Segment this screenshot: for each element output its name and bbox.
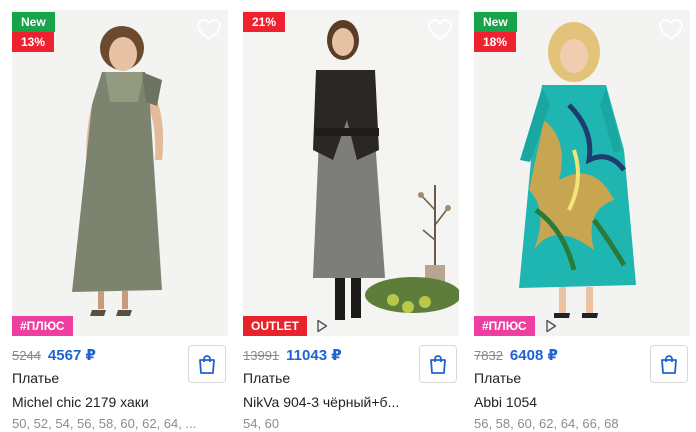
- play-icon[interactable]: [545, 319, 557, 333]
- shopping-bag-icon: [430, 355, 446, 374]
- product-photo[interactable]: 21% OUTLET: [243, 10, 459, 336]
- plus-size-tag: #ПЛЮС: [474, 316, 535, 336]
- old-price: 7832: [474, 348, 503, 363]
- product-grid: New 13% #ПЛЮС 5244 4567 ₽ Платье Michel …: [0, 0, 696, 432]
- discount-badge: 13%: [12, 32, 55, 52]
- discount-badge: 18%: [474, 32, 517, 52]
- current-price: 6408 ₽: [509, 347, 558, 364]
- product-sizes: 50, 52, 54, 56, 58, 60, 62, 64, ...: [12, 416, 197, 431]
- new-badge: New: [474, 12, 517, 32]
- product-photo[interactable]: New 18% #ПЛЮС: [474, 10, 690, 336]
- old-price: 5244: [12, 348, 41, 363]
- product-photo[interactable]: New 13% #ПЛЮС: [12, 10, 228, 336]
- play-icon[interactable]: [316, 319, 328, 333]
- heart-outline-icon[interactable]: [658, 18, 684, 42]
- plus-size-tag: #ПЛЮС: [12, 316, 73, 336]
- new-badge: New: [12, 12, 55, 32]
- outlet-tag: OUTLET: [243, 316, 307, 336]
- product-title[interactable]: NikVa 904-3 чёрный+б...: [243, 394, 459, 412]
- heart-outline-icon[interactable]: [196, 18, 222, 42]
- current-price: 11043 ₽: [286, 347, 342, 364]
- product-info: 7832 6408 ₽ Платье Abbi 1054 56, 58, 60,…: [474, 336, 690, 432]
- old-price: 13991: [243, 348, 280, 363]
- product-image: [243, 10, 459, 336]
- product-title[interactable]: Abbi 1054: [474, 394, 690, 412]
- product-card[interactable]: 21% OUTLET 13991 11043 ₽ Платье NikVa 90…: [243, 10, 459, 432]
- discount-badge: 21%: [243, 12, 286, 32]
- product-info: 5244 4567 ₽ Платье Michel chic 2179 хаки…: [12, 336, 228, 432]
- product-image: [12, 10, 228, 336]
- product-sizes: 56, 58, 60, 62, 64, 66, 68: [474, 416, 619, 431]
- add-to-cart-button[interactable]: [188, 345, 226, 383]
- add-to-cart-button[interactable]: [419, 345, 457, 383]
- add-to-cart-button[interactable]: [650, 345, 688, 383]
- heart-outline-icon[interactable]: [427, 18, 453, 42]
- product-sizes: 54, 60: [243, 416, 280, 431]
- product-card[interactable]: New 13% #ПЛЮС 5244 4567 ₽ Платье Michel …: [12, 10, 228, 432]
- shopping-bag-icon: [199, 355, 215, 374]
- shopping-bag-icon: [661, 355, 677, 374]
- product-image: [474, 10, 690, 336]
- product-title[interactable]: Michel chic 2179 хаки: [12, 394, 228, 412]
- product-info: 13991 11043 ₽ Платье NikVa 904-3 чёрный+…: [243, 336, 459, 432]
- product-card[interactable]: New 18% #ПЛЮС 7832 6408 ₽ Платье Abbi 10…: [474, 10, 690, 432]
- current-price: 4567 ₽: [47, 347, 96, 364]
